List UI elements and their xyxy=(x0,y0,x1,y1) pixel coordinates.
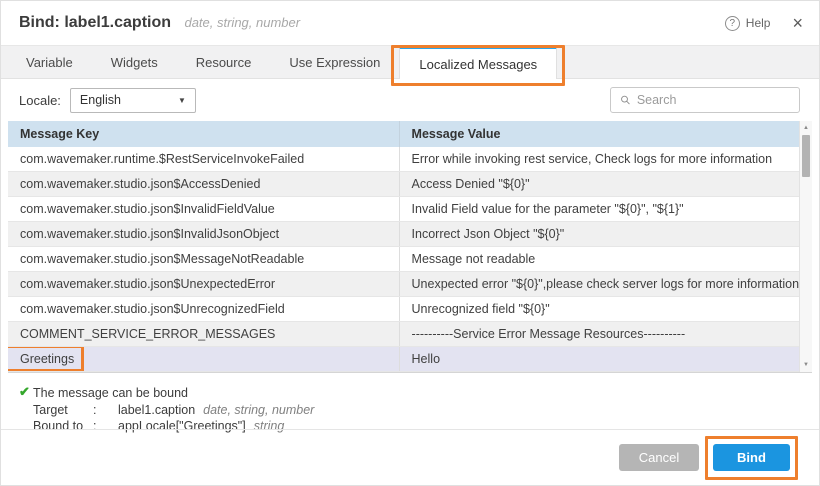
scroll-up-icon[interactable]: ▲ xyxy=(800,122,812,134)
message-value-cell[interactable]: Hello xyxy=(400,347,799,371)
table-row[interactable]: Greetings Hello xyxy=(8,347,799,372)
message-key-cell[interactable]: com.wavemaker.studio.json$InvalidFieldVa… xyxy=(8,197,400,221)
table-row[interactable]: com.wavemaker.studio.json$AccessDenied Ac… xyxy=(8,172,799,197)
column-header-message-key[interactable]: Message Key xyxy=(8,121,400,147)
message-value-cell[interactable]: Message not readable xyxy=(400,247,799,271)
search-icon xyxy=(620,94,631,106)
table-row[interactable]: com.wavemaker.studio.json$InvalidJsonObj… xyxy=(8,222,799,247)
caret-down-icon: ▼ xyxy=(178,96,186,105)
tab-label: Use Expression xyxy=(289,55,380,70)
help-icon: ? xyxy=(725,16,740,31)
check-icon: ✔ xyxy=(19,384,30,400)
search-box[interactable] xyxy=(610,87,800,113)
message-value-text: Hello xyxy=(412,352,441,366)
bind-button-wrap: Bind xyxy=(713,444,790,471)
page-title: Bind: label1.caption xyxy=(19,14,171,31)
tab-label: Variable xyxy=(26,55,73,70)
message-key-cell[interactable]: Greetings xyxy=(8,347,400,371)
message-value-cell[interactable]: Error while invoking rest service, Check… xyxy=(400,147,799,171)
title-type-hint: date, string, number xyxy=(184,15,300,30)
message-value-text: Incorrect Json Object "${0}" xyxy=(412,227,565,241)
table-row[interactable]: COMMENT_SERVICE_ERROR_MESSAGES ----------… xyxy=(8,322,799,347)
message-value-cell[interactable]: Access Denied "${0}" xyxy=(400,172,799,196)
table-row[interactable]: com.wavemaker.studio.json$MessageNotRead… xyxy=(8,247,799,272)
locale-label: Locale: xyxy=(19,93,61,108)
message-value-text: Access Denied "${0}" xyxy=(412,177,530,191)
search-input[interactable] xyxy=(637,93,790,107)
message-key-cell[interactable]: com.wavemaker.studio.json$InvalidJsonObj… xyxy=(8,222,400,246)
tab-label: Localized Messages xyxy=(419,57,537,72)
table-row[interactable]: com.wavemaker.runtime.$RestServiceInvoke… xyxy=(8,147,799,172)
messages-table: Message Key Message Value com.wavemaker.… xyxy=(8,121,812,373)
titlebar-actions: ? Help × xyxy=(725,14,803,32)
tab-widgets[interactable]: Widgets xyxy=(92,46,177,78)
message-key-text: Greetings xyxy=(20,352,74,366)
table-header-row: Message Key Message Value xyxy=(8,121,799,147)
tab-variable[interactable]: Variable xyxy=(7,46,92,78)
help-label: Help xyxy=(746,16,771,30)
target-row: Target : label1.caption date, string, nu… xyxy=(33,402,819,419)
target-label: Target xyxy=(33,402,93,419)
tab-label: Resource xyxy=(196,55,252,70)
message-key-text: com.wavemaker.studio.json$UnrecognizedFi… xyxy=(20,302,285,316)
title-group: Bind: label1.caption date, string, numbe… xyxy=(19,14,300,32)
table-scrollbar[interactable]: ▲ ▼ xyxy=(799,121,812,372)
message-value-cell[interactable]: Incorrect Json Object "${0}" xyxy=(400,222,799,246)
table-row[interactable]: com.wavemaker.studio.json$UnrecognizedFi… xyxy=(8,297,799,322)
locale-selected-value: English xyxy=(80,93,121,107)
message-key-text: com.wavemaker.studio.json$InvalidFieldVa… xyxy=(20,202,275,216)
help-button[interactable]: ? Help xyxy=(725,16,771,31)
message-key-text: com.wavemaker.runtime.$RestServiceInvoke… xyxy=(20,152,304,166)
cancel-button[interactable]: Cancel xyxy=(619,444,699,471)
message-key-cell[interactable]: COMMENT_SERVICE_ERROR_MESSAGES xyxy=(8,322,400,346)
bind-button[interactable]: Bind xyxy=(713,444,790,471)
message-key-text: com.wavemaker.studio.json$MessageNotRead… xyxy=(20,252,304,266)
message-value-cell[interactable]: Unexpected error "${0}",please check ser… xyxy=(400,272,799,296)
scroll-down-icon[interactable]: ▼ xyxy=(800,359,812,371)
toolbar: Locale: English ▼ xyxy=(1,79,819,121)
message-value-text: ----------Service Error Message Resource… xyxy=(412,327,686,341)
scrollbar-thumb[interactable] xyxy=(802,135,810,177)
message-key-cell[interactable]: com.wavemaker.studio.json$MessageNotRead… xyxy=(8,247,400,271)
target-type: date, string, number xyxy=(203,402,314,419)
message-key-text: com.wavemaker.studio.json$InvalidJsonObj… xyxy=(20,227,279,241)
binding-info: ✔ The message can be bound Target : labe… xyxy=(1,373,819,435)
message-value-cell[interactable]: Invalid Field value for the parameter "$… xyxy=(400,197,799,221)
message-key-text: com.wavemaker.studio.json$UnexpectedErro… xyxy=(20,277,275,291)
message-value-text: Error while invoking rest service, Check… xyxy=(412,152,773,166)
binding-status-row: The message can be bound xyxy=(33,385,819,402)
locale-select[interactable]: English ▼ xyxy=(70,88,196,113)
target-colon: : xyxy=(93,402,118,419)
message-key-cell[interactable]: com.wavemaker.studio.json$UnrecognizedFi… xyxy=(8,297,400,321)
target-value: label1.caption xyxy=(118,402,195,419)
message-key-text: COMMENT_SERVICE_ERROR_MESSAGES xyxy=(20,327,275,341)
tab-localized-messages[interactable]: Localized Messages xyxy=(399,46,557,79)
message-key-cell[interactable]: com.wavemaker.studio.json$AccessDenied xyxy=(8,172,400,196)
button-bar: Cancel Bind xyxy=(1,429,819,485)
message-key-text: com.wavemaker.studio.json$AccessDenied xyxy=(20,177,260,191)
message-value-cell[interactable]: ----------Service Error Message Resource… xyxy=(400,322,799,346)
status-text: The message can be bound xyxy=(33,385,188,402)
message-key-cell[interactable]: com.wavemaker.runtime.$RestServiceInvoke… xyxy=(8,147,400,171)
table-body: com.wavemaker.runtime.$RestServiceInvoke… xyxy=(8,147,799,372)
bind-dialog: Bind: label1.caption date, string, numbe… xyxy=(0,0,820,486)
column-header-message-value[interactable]: Message Value xyxy=(400,121,799,147)
tab-use-expression[interactable]: Use Expression xyxy=(270,46,399,78)
tab-resource[interactable]: Resource xyxy=(177,46,271,78)
message-value-text: Message not readable xyxy=(412,252,536,266)
message-value-text: Invalid Field value for the parameter "$… xyxy=(412,202,684,216)
close-icon[interactable]: × xyxy=(792,14,803,32)
table-row[interactable]: com.wavemaker.studio.json$InvalidFieldVa… xyxy=(8,197,799,222)
message-value-cell[interactable]: Unrecognized field "${0}" xyxy=(400,297,799,321)
tab-label: Widgets xyxy=(111,55,158,70)
dialog-titlebar: Bind: label1.caption date, string, numbe… xyxy=(1,1,819,45)
message-value-text: Unexpected error "${0}",please check ser… xyxy=(412,277,799,291)
tab-bar: Variable Widgets Resource Use Expression Loc… xyxy=(1,45,819,79)
message-key-cell[interactable]: com.wavemaker.studio.json$UnexpectedErro… xyxy=(8,272,400,296)
table-row[interactable]: com.wavemaker.studio.json$UnexpectedErro… xyxy=(8,272,799,297)
message-value-text: Unrecognized field "${0}" xyxy=(412,302,550,316)
